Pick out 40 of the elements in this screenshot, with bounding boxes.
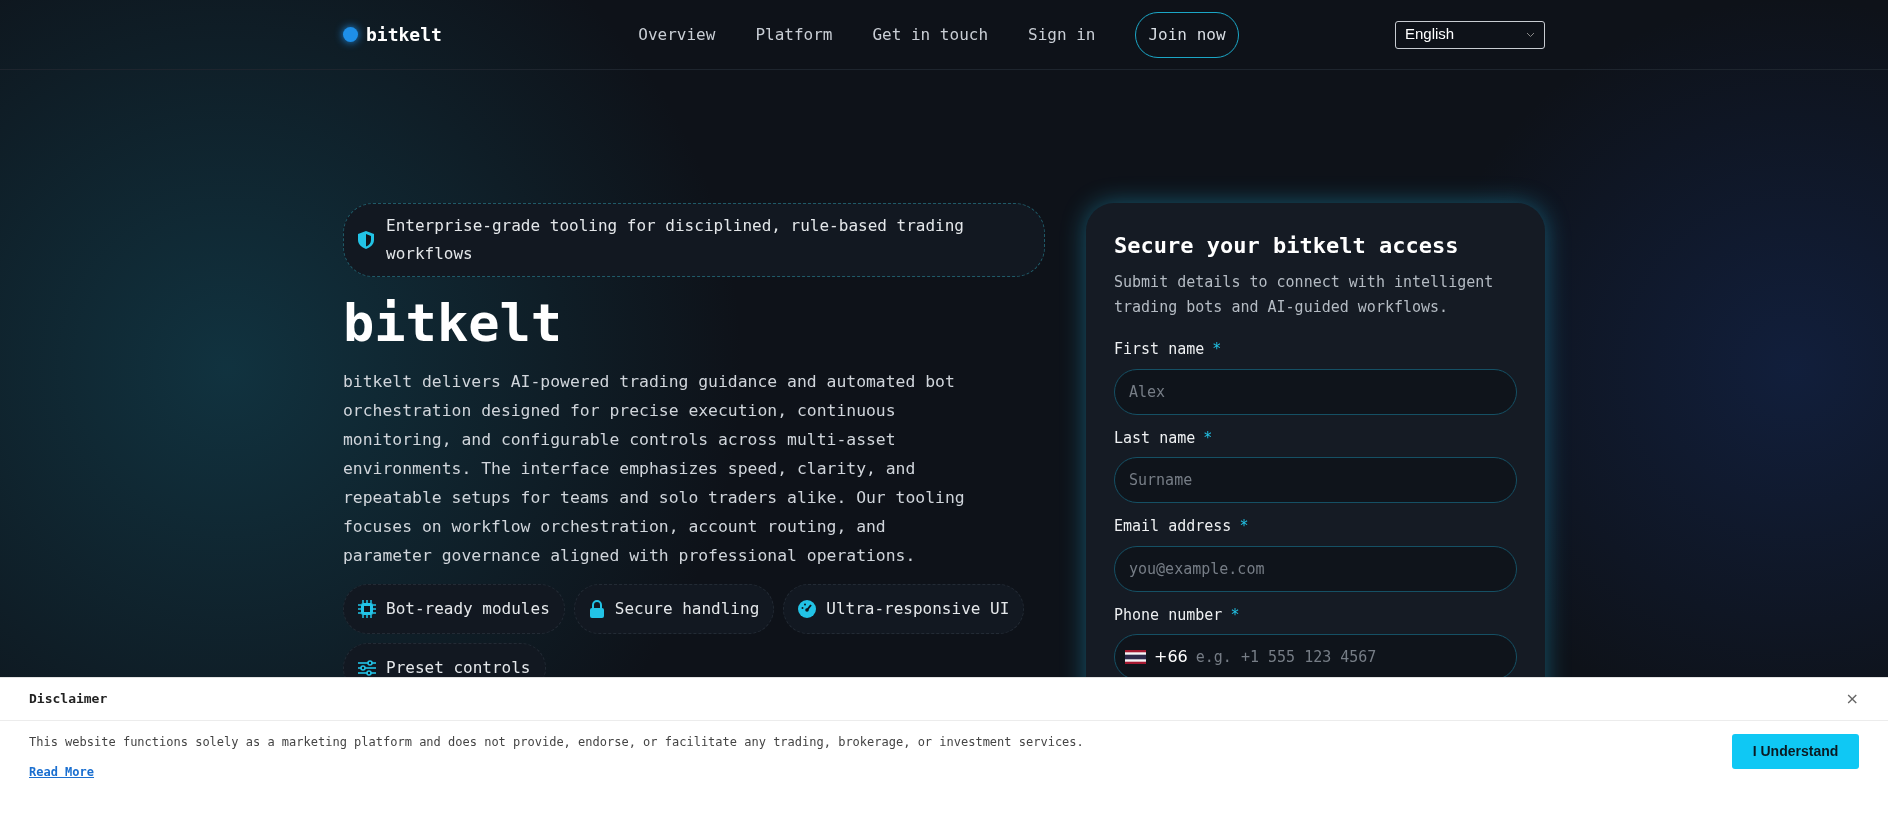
brand-name[interactable]: bitkelt <box>366 21 442 48</box>
field-label: Phone number <box>1114 604 1223 626</box>
field-label: Email address <box>1114 516 1232 537</box>
field-label: First name <box>1114 339 1205 360</box>
chevron-down-icon <box>1526 31 1535 38</box>
flag-icon <box>1125 650 1146 664</box>
card-subtitle: Submit details to connect with intelligent trading bots and AI-guided workflows. <box>1114 272 1495 318</box>
feature-chip: Bot-ready modules <box>343 584 565 634</box>
phone-field[interactable]: +66 e.g. +1 555 123 4567 <box>1114 634 1517 680</box>
text-field[interactable]: you@example.com <box>1114 545 1517 592</box>
lock-icon <box>588 600 605 618</box>
disclaimer-title: Disclaimer <box>29 690 108 709</box>
close-button[interactable]: × <box>1845 687 1859 711</box>
feature-chip: Secure handling <box>573 584 775 634</box>
required-mark: * <box>1212 339 1222 360</box>
nav-link[interactable]: Sign in <box>1028 22 1096 47</box>
disclaimer-text: This website functions solely as a marketing platform and does not provide, endorse, or facilitate any trading, brokerage, or investment services. <box>29 734 1084 751</box>
dial-code: +66 <box>1154 646 1188 668</box>
badge-text: Enterprise-grade tooling for disciplined, rule-based trading workflows <box>386 215 965 265</box>
phone-input[interactable]: e.g. +1 555 123 4567 <box>1195 645 1506 669</box>
text-field[interactable]: Alex <box>1114 368 1517 415</box>
card-title: Secure your bitkelt access <box>1114 232 1460 260</box>
shield-icon <box>358 231 374 249</box>
nav-link[interactable]: Platform <box>755 22 833 47</box>
language-select[interactable]: English <box>1395 20 1545 49</box>
text-field[interactable]: Surname <box>1114 457 1517 503</box>
nav-link[interactable]: Get in touch <box>872 22 989 47</box>
hero-title: bitkelt <box>343 292 564 355</box>
hero-description: bitkelt delivers AI-powered trading guidance and automated bot orchestration designed for precise execution, continuous monitoring, and configurable controls across multi-asset environments. The interface emphasizes speed, clarity, and repeatable setups for teams and solo traders alike. Our tooling focuses on workflow orchestration, account routing, and parameter governance aligned with professional operations. <box>343 371 966 567</box>
required-mark: * <box>1230 604 1240 626</box>
feature-chip: Ultra-responsive UI <box>783 584 1025 634</box>
required-mark: * <box>1239 516 1249 537</box>
sliders-icon <box>358 660 376 676</box>
chip-icon <box>358 600 376 618</box>
field-label: Last name <box>1114 427 1196 449</box>
understand-button[interactable]: I Understand <box>1732 734 1859 769</box>
required-mark: * <box>1203 427 1213 449</box>
gauge-icon <box>798 600 817 618</box>
nav-link[interactable]: Overview <box>638 22 716 47</box>
read-more-link[interactable]: Read More <box>29 763 95 781</box>
